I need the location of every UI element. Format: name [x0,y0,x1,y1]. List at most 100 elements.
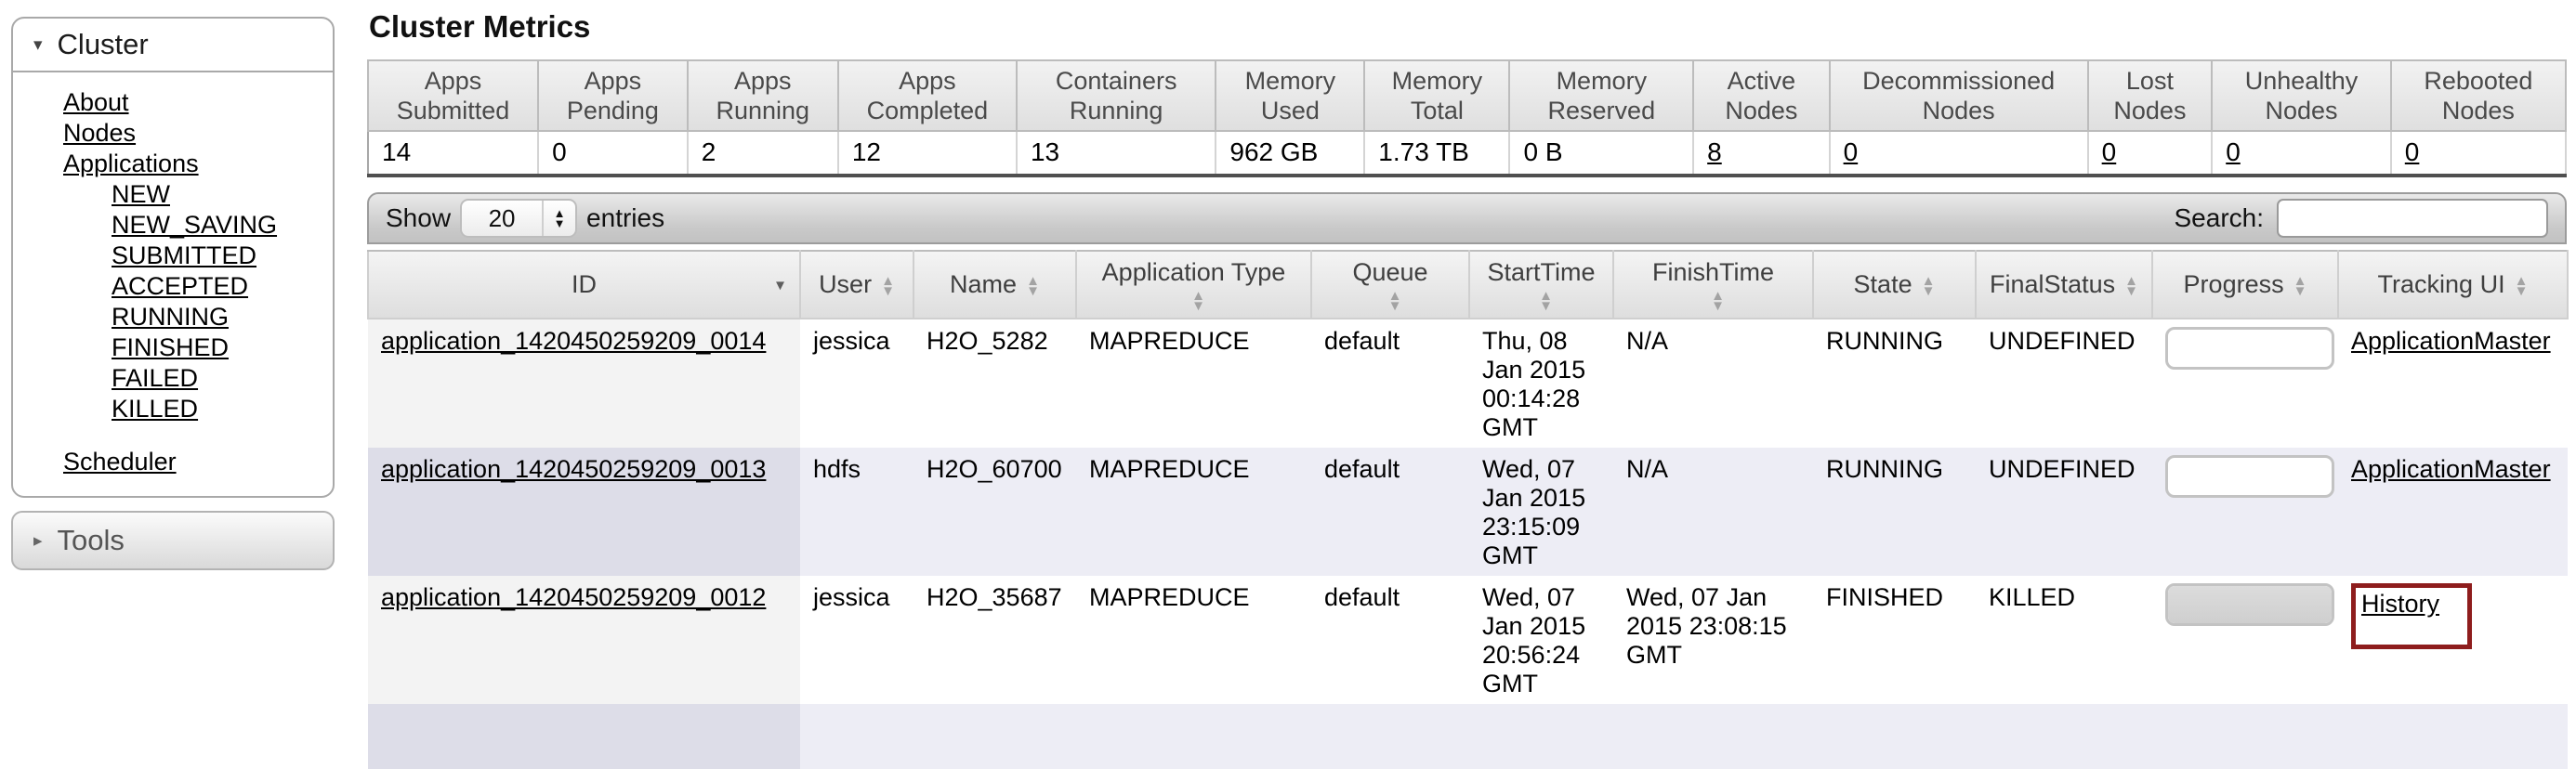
cell-application-type: MAPREDUCE [1076,576,1311,704]
metrics-header-cell: Containers Running [1017,60,1216,131]
cell-partial [1813,704,1976,769]
expand-arrow-icon: ▸ [33,530,43,552]
sort-toggle-icon: ▲▼ [2124,276,2138,296]
cell-partial [1311,704,1469,769]
sort-toggle-icon: ▲▼ [1191,291,1205,311]
app-state-link-finished[interactable]: FINISHED [112,332,325,363]
application-row: application_1420450259209_0012jessicaH2O… [368,576,2568,704]
progress-bar [2165,583,2334,626]
cell-progress [2152,319,2338,448]
metrics-header-cell: Decommissioned Nodes [1830,60,2088,131]
cell-partial [2338,704,2568,769]
metrics-value-cell: 0 B [1509,131,1693,176]
collapse-arrow-icon: ▾ [33,34,43,56]
highlight-annotation-box: History [2351,583,2472,649]
metrics-value-cell: 0 [1830,131,2088,176]
metrics-value-cell: 13 [1017,131,1216,176]
column-header-starttime[interactable]: StartTime▲▼ [1469,251,1613,319]
tools-panel-header[interactable]: ▸ Tools [11,511,335,570]
metrics-value-cell: 12 [838,131,1017,176]
search-input[interactable] [2277,199,2548,238]
cell-tracking-ui: ApplicationMaster [2338,448,2568,576]
cell-state: FINISHED [1813,576,1976,704]
table-toolbar: Show 20 ▲▼ entries Search: [367,192,2567,244]
app-state-link-accepted[interactable]: ACCEPTED [112,271,325,302]
column-header-queue[interactable]: Queue▲▼ [1311,251,1469,319]
cluster-nav-items: AboutNodesApplications [63,87,325,179]
sidebar-item-applications[interactable]: Applications [63,149,325,179]
cell-id: application_1420450259209_0012 [368,576,800,704]
sidebar-item-about[interactable]: About [63,87,325,118]
cell-start-time: Wed, 07 Jan 2015 23:15:09 GMT [1469,448,1613,576]
column-header-name[interactable]: Name▲▼ [913,251,1076,319]
cell-final-status: KILLED [1976,576,2152,704]
tracking-ui-link[interactable]: ApplicationMaster [2351,455,2551,483]
show-label: Show [386,203,451,233]
metrics-header-cell: Apps Submitted [368,60,538,131]
sidebar-item-scheduler[interactable]: Scheduler [63,447,325,477]
sort-icon-row: ▲▼ [1622,289,1805,311]
app-state-link-killed[interactable]: KILLED [112,394,325,424]
metrics-header-cell: Memory Reserved [1509,60,1693,131]
metrics-value-link[interactable]: 0 [2226,137,2241,166]
application-id-link[interactable]: application_1420450259209_0012 [381,583,766,611]
cell-final-status: UNDEFINED [1976,319,2152,448]
app-state-link-failed[interactable]: FAILED [112,363,325,394]
cell-partial [1469,704,1613,769]
metrics-value-cell: 962 GB [1216,131,1364,176]
progress-bar-fill [2168,586,2332,623]
column-header-state[interactable]: State▲▼ [1813,251,1976,319]
column-header-finalstatus[interactable]: FinalStatus ▲▼ [1976,251,2152,319]
metrics-header-cell: Memory Used [1216,60,1364,131]
metrics-value-cell: 14 [368,131,538,176]
column-header-application-type[interactable]: Application Type▲▼ [1076,251,1311,319]
cell-finish-time: Wed, 07 Jan 2015 23:08:15 GMT [1613,576,1813,704]
column-header-finishtime[interactable]: FinishTime▲▼ [1613,251,1813,319]
search-label: Search: [2175,203,2265,233]
cell-partial [800,704,913,769]
metrics-value-link[interactable]: 0 [2405,137,2420,166]
cell-queue: default [1311,576,1469,704]
column-header-id[interactable]: ID▾ [368,251,800,319]
cell-tracking-ui: ApplicationMaster [2338,319,2568,448]
metrics-header-cell: Rebooted Nodes [2391,60,2566,131]
metrics-value-link[interactable]: 0 [1844,137,1859,166]
metrics-value-link[interactable]: 0 [2102,137,2117,166]
cell-partial [368,704,800,769]
tracking-ui-link[interactable]: ApplicationMaster [2351,327,2551,355]
cluster-nav-title: Cluster [58,28,149,61]
application-id-link[interactable]: application_1420450259209_0014 [381,327,766,355]
application-row-partial [368,704,2568,769]
column-header-label: Progress [2184,270,2284,298]
metrics-value-link[interactable]: 8 [1707,137,1722,166]
sidebar-item-nodes[interactable]: Nodes [63,118,325,149]
column-header-tracking-ui[interactable]: Tracking UI▲▼ [2338,251,2568,319]
application-id-link[interactable]: application_1420450259209_0013 [381,455,766,483]
metrics-header-cell: Apps Running [688,60,838,131]
column-header-label: FinalStatus [1990,270,2115,298]
app-state-link-submitted[interactable]: SUBMITTED [112,241,325,271]
page-size-select[interactable]: 20 ▲▼ [460,199,577,238]
sort-toggle-icon: ▲▼ [2515,276,2529,296]
cell-partial [1613,704,1813,769]
metrics-value-cell: 8 [1693,131,1829,176]
app-state-link-running[interactable]: RUNNING [112,302,325,332]
column-header-progress[interactable]: Progress▲▼ [2152,251,2338,319]
progress-bar [2165,327,2334,370]
cell-state: RUNNING [1813,448,1976,576]
application-row: application_1420450259209_0014jessicaH2O… [368,319,2568,448]
metrics-header-cell: Apps Pending [538,60,688,131]
metrics-value-cell: 0 [2212,131,2391,176]
cell-finish-time: N/A [1613,448,1813,576]
tracking-ui-link[interactable]: History [2361,590,2439,618]
column-header-user[interactable]: User▲▼ [800,251,913,319]
cell-finish-time: N/A [1613,319,1813,448]
cell-name: H2O_5282 [913,319,1076,448]
cell-progress [2152,576,2338,704]
cell-application-type: MAPREDUCE [1076,319,1311,448]
sort-toggle-icon: ▲▼ [1026,276,1040,296]
cluster-nav-header[interactable]: ▾ Cluster [13,19,333,72]
app-state-link-new_saving[interactable]: NEW_SAVING [112,210,325,241]
select-stepper-icon: ▲▼ [542,201,575,236]
app-state-link-new[interactable]: NEW [112,179,325,210]
